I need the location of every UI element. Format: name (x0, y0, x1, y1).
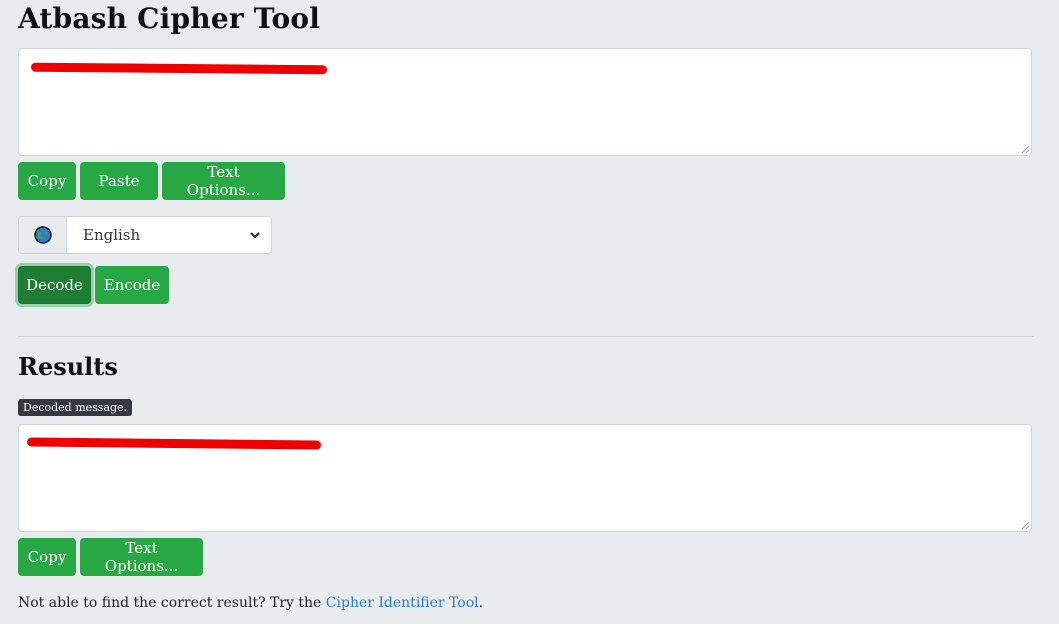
redaction-mark (26, 437, 322, 450)
globe-icon (33, 226, 52, 244)
cipher-identifier-link[interactable]: Cipher Identifier Tool (326, 595, 479, 611)
resize-handle-icon[interactable] (1021, 145, 1029, 153)
results-text-options-button[interactable]: Text Options... (80, 538, 203, 576)
language-select[interactable]: English (67, 217, 271, 253)
page-title: Atbash Cipher Tool (18, 2, 321, 35)
redaction-mark (30, 62, 328, 75)
decode-button[interactable]: Decode (18, 266, 91, 304)
copy-button[interactable]: Copy (18, 162, 76, 200)
chevron-down-icon (250, 232, 260, 239)
results-copy-button[interactable]: Copy (18, 538, 76, 576)
text-options-button[interactable]: Text Options... (162, 162, 285, 200)
footer-prefix: Not able to find the correct result? Try… (18, 595, 326, 611)
output-textarea[interactable] (18, 424, 1032, 532)
footer-text: Not able to find the correct result? Try… (18, 595, 483, 611)
language-select-group[interactable]: English (18, 216, 272, 254)
status-badge: Decoded message. (18, 399, 133, 416)
footer-suffix: . (478, 595, 484, 611)
results-heading: Results (18, 352, 118, 381)
encode-button[interactable]: Encode (95, 266, 169, 304)
section-divider (18, 336, 1034, 337)
resize-handle-icon[interactable] (1021, 521, 1029, 529)
language-selected: English (83, 226, 141, 244)
language-addon (19, 217, 67, 253)
input-textarea[interactable] (18, 48, 1032, 156)
paste-button[interactable]: Paste (80, 162, 158, 200)
